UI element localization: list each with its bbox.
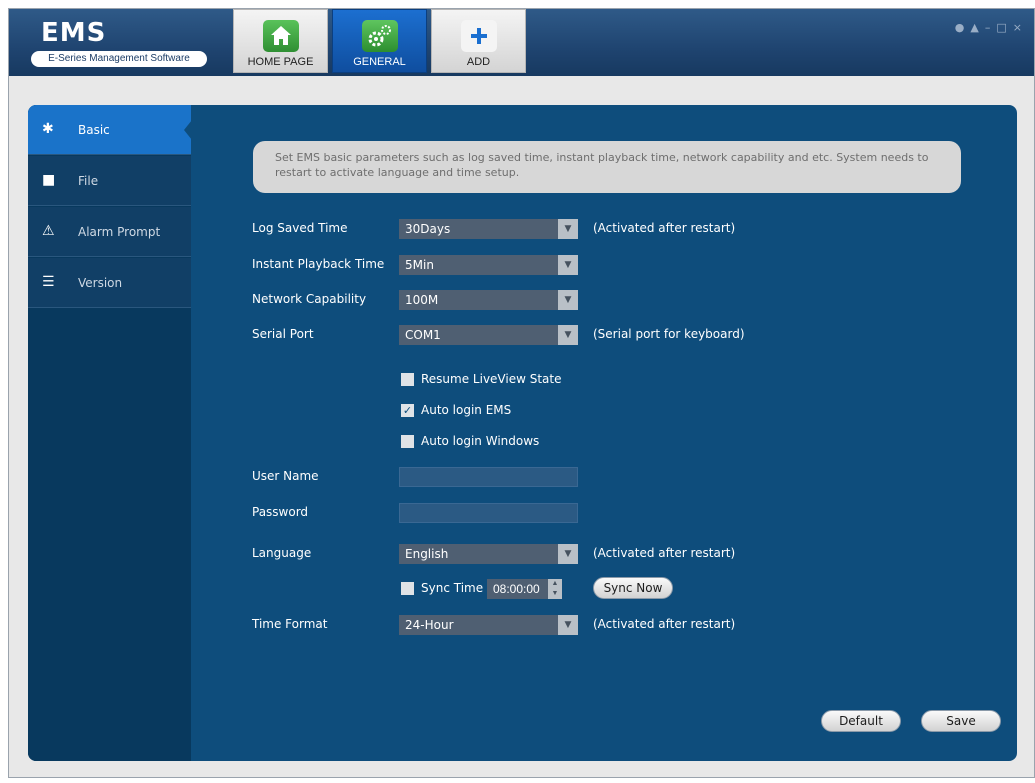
default-button[interactable]: Default: [821, 710, 901, 732]
instant-playback-time-label: Instant Playback Time: [252, 257, 385, 271]
log-saved-time-select[interactable]: 30Days ▼: [399, 219, 578, 239]
sidebar-item-label: Version: [78, 276, 123, 290]
chevron-down-icon[interactable]: ▼: [558, 325, 578, 345]
tab-home-page-label: HOME PAGE: [247, 56, 314, 68]
warning-icon: ⚠: [42, 223, 55, 239]
time-format-note: (Activated after restart): [593, 617, 736, 631]
ems-window: EMS E-Series Management Software HOME PA…: [8, 8, 1035, 778]
chevron-down-icon[interactable]: ▼: [558, 255, 578, 275]
sidebar-item-basic[interactable]: ✱ Basic: [28, 105, 192, 155]
sidebar-item-file[interactable]: ■ File: [28, 156, 191, 206]
checkbox-unchecked[interactable]: [401, 373, 414, 386]
close-icon[interactable]: ×: [1013, 21, 1028, 34]
log-saved-time-note: (Activated after restart): [593, 221, 736, 235]
serial-port-select[interactable]: COM1 ▼: [399, 325, 578, 345]
user-icon[interactable]: ●: [955, 21, 971, 34]
app-title: EMS: [41, 18, 107, 48]
user-name-label: User Name: [252, 469, 319, 483]
minimize-icon[interactable]: –: [985, 21, 997, 34]
tab-general-label: GENERAL: [353, 56, 406, 68]
chevron-down-icon[interactable]: ▼: [558, 544, 578, 564]
instant-playback-time-value: 5Min: [405, 258, 434, 272]
network-capability-select[interactable]: 100M ▼: [399, 290, 578, 310]
sidebar-item-label: Basic: [78, 123, 110, 137]
password-input[interactable]: [399, 503, 578, 523]
tab-add-label: ADD: [466, 56, 491, 68]
chevron-down-icon[interactable]: ▼: [558, 615, 578, 635]
main-panel: ✱ Basic ■ File ⚠ Alarm Prompt ☰ Version …: [28, 105, 1017, 761]
serial-port-note: (Serial port for keyboard): [593, 327, 745, 341]
tab-home-page[interactable]: HOME PAGE: [233, 9, 328, 73]
language-select[interactable]: English ▼: [399, 544, 578, 564]
log-saved-time-value: 30Days: [405, 222, 451, 236]
chevron-down-icon[interactable]: ▼: [558, 219, 578, 239]
time-format-value: 24-Hour: [405, 618, 454, 632]
chevron-down-icon[interactable]: ▼: [558, 290, 578, 310]
sidebar-item-label: File: [78, 174, 99, 188]
sync-time-input[interactable]: 08:00:00 ▲ ▼: [487, 579, 562, 599]
serial-port-value: COM1: [405, 328, 441, 342]
password-label: Password: [252, 505, 309, 519]
auto-login-windows-label: Auto login Windows: [421, 434, 540, 448]
document-icon: ☰: [42, 274, 55, 290]
gear-icon: ✱: [42, 121, 54, 137]
user-name-input[interactable]: [399, 467, 578, 487]
save-icon: ■: [42, 172, 56, 188]
app-logo: EMS E-Series Management Software: [31, 18, 207, 74]
sidebar-item-version[interactable]: ☰ Version: [28, 258, 191, 308]
sidebar-item-label: Alarm Prompt: [78, 225, 161, 239]
window-controls: ●▲–□×: [955, 21, 1028, 34]
sync-now-button[interactable]: Sync Now: [593, 577, 673, 599]
time-format-label: Time Format: [252, 617, 328, 631]
gears-icon: [362, 20, 398, 52]
checkbox-unchecked[interactable]: [401, 435, 414, 448]
plus-icon: [461, 20, 497, 52]
app-subtitle: E-Series Management Software: [31, 51, 207, 67]
checkmark-icon[interactable]: ✓: [401, 404, 414, 417]
home-icon: [263, 20, 299, 52]
network-capability-value: 100M: [405, 293, 439, 307]
lock-icon[interactable]: ▲: [970, 21, 984, 34]
save-button[interactable]: Save: [921, 710, 1001, 732]
language-note: (Activated after restart): [593, 546, 736, 560]
checkbox-unchecked[interactable]: [401, 582, 414, 595]
spinner-icon[interactable]: ▲ ▼: [548, 579, 562, 599]
sync-time-value: 08:00:00: [493, 582, 540, 596]
language-label: Language: [252, 546, 312, 560]
info-message: Set EMS basic parameters such as log sav…: [253, 141, 961, 193]
log-saved-time-label: Log Saved Time: [252, 221, 348, 235]
title-bar: EMS E-Series Management Software HOME PA…: [9, 9, 1034, 76]
network-capability-label: Network Capability: [252, 292, 367, 306]
maximize-icon[interactable]: □: [996, 21, 1012, 34]
tab-add[interactable]: ADD: [431, 9, 526, 73]
sidebar: ✱ Basic ■ File ⚠ Alarm Prompt ☰ Version: [28, 105, 192, 761]
instant-playback-time-select[interactable]: 5Min ▼: [399, 255, 578, 275]
tab-general[interactable]: GENERAL: [332, 9, 427, 73]
resume-liveview-label: Resume LiveView State: [421, 372, 562, 386]
serial-port-label: Serial Port: [252, 327, 314, 341]
basic-settings: Set EMS basic parameters such as log sav…: [191, 105, 1017, 761]
sidebar-item-alarm-prompt[interactable]: ⚠ Alarm Prompt: [28, 207, 191, 257]
language-value: English: [405, 547, 449, 561]
time-format-select[interactable]: 24-Hour ▼: [399, 615, 578, 635]
auto-login-ems-label: Auto login EMS: [421, 403, 512, 417]
sync-time-label: Sync Time: [421, 581, 484, 595]
